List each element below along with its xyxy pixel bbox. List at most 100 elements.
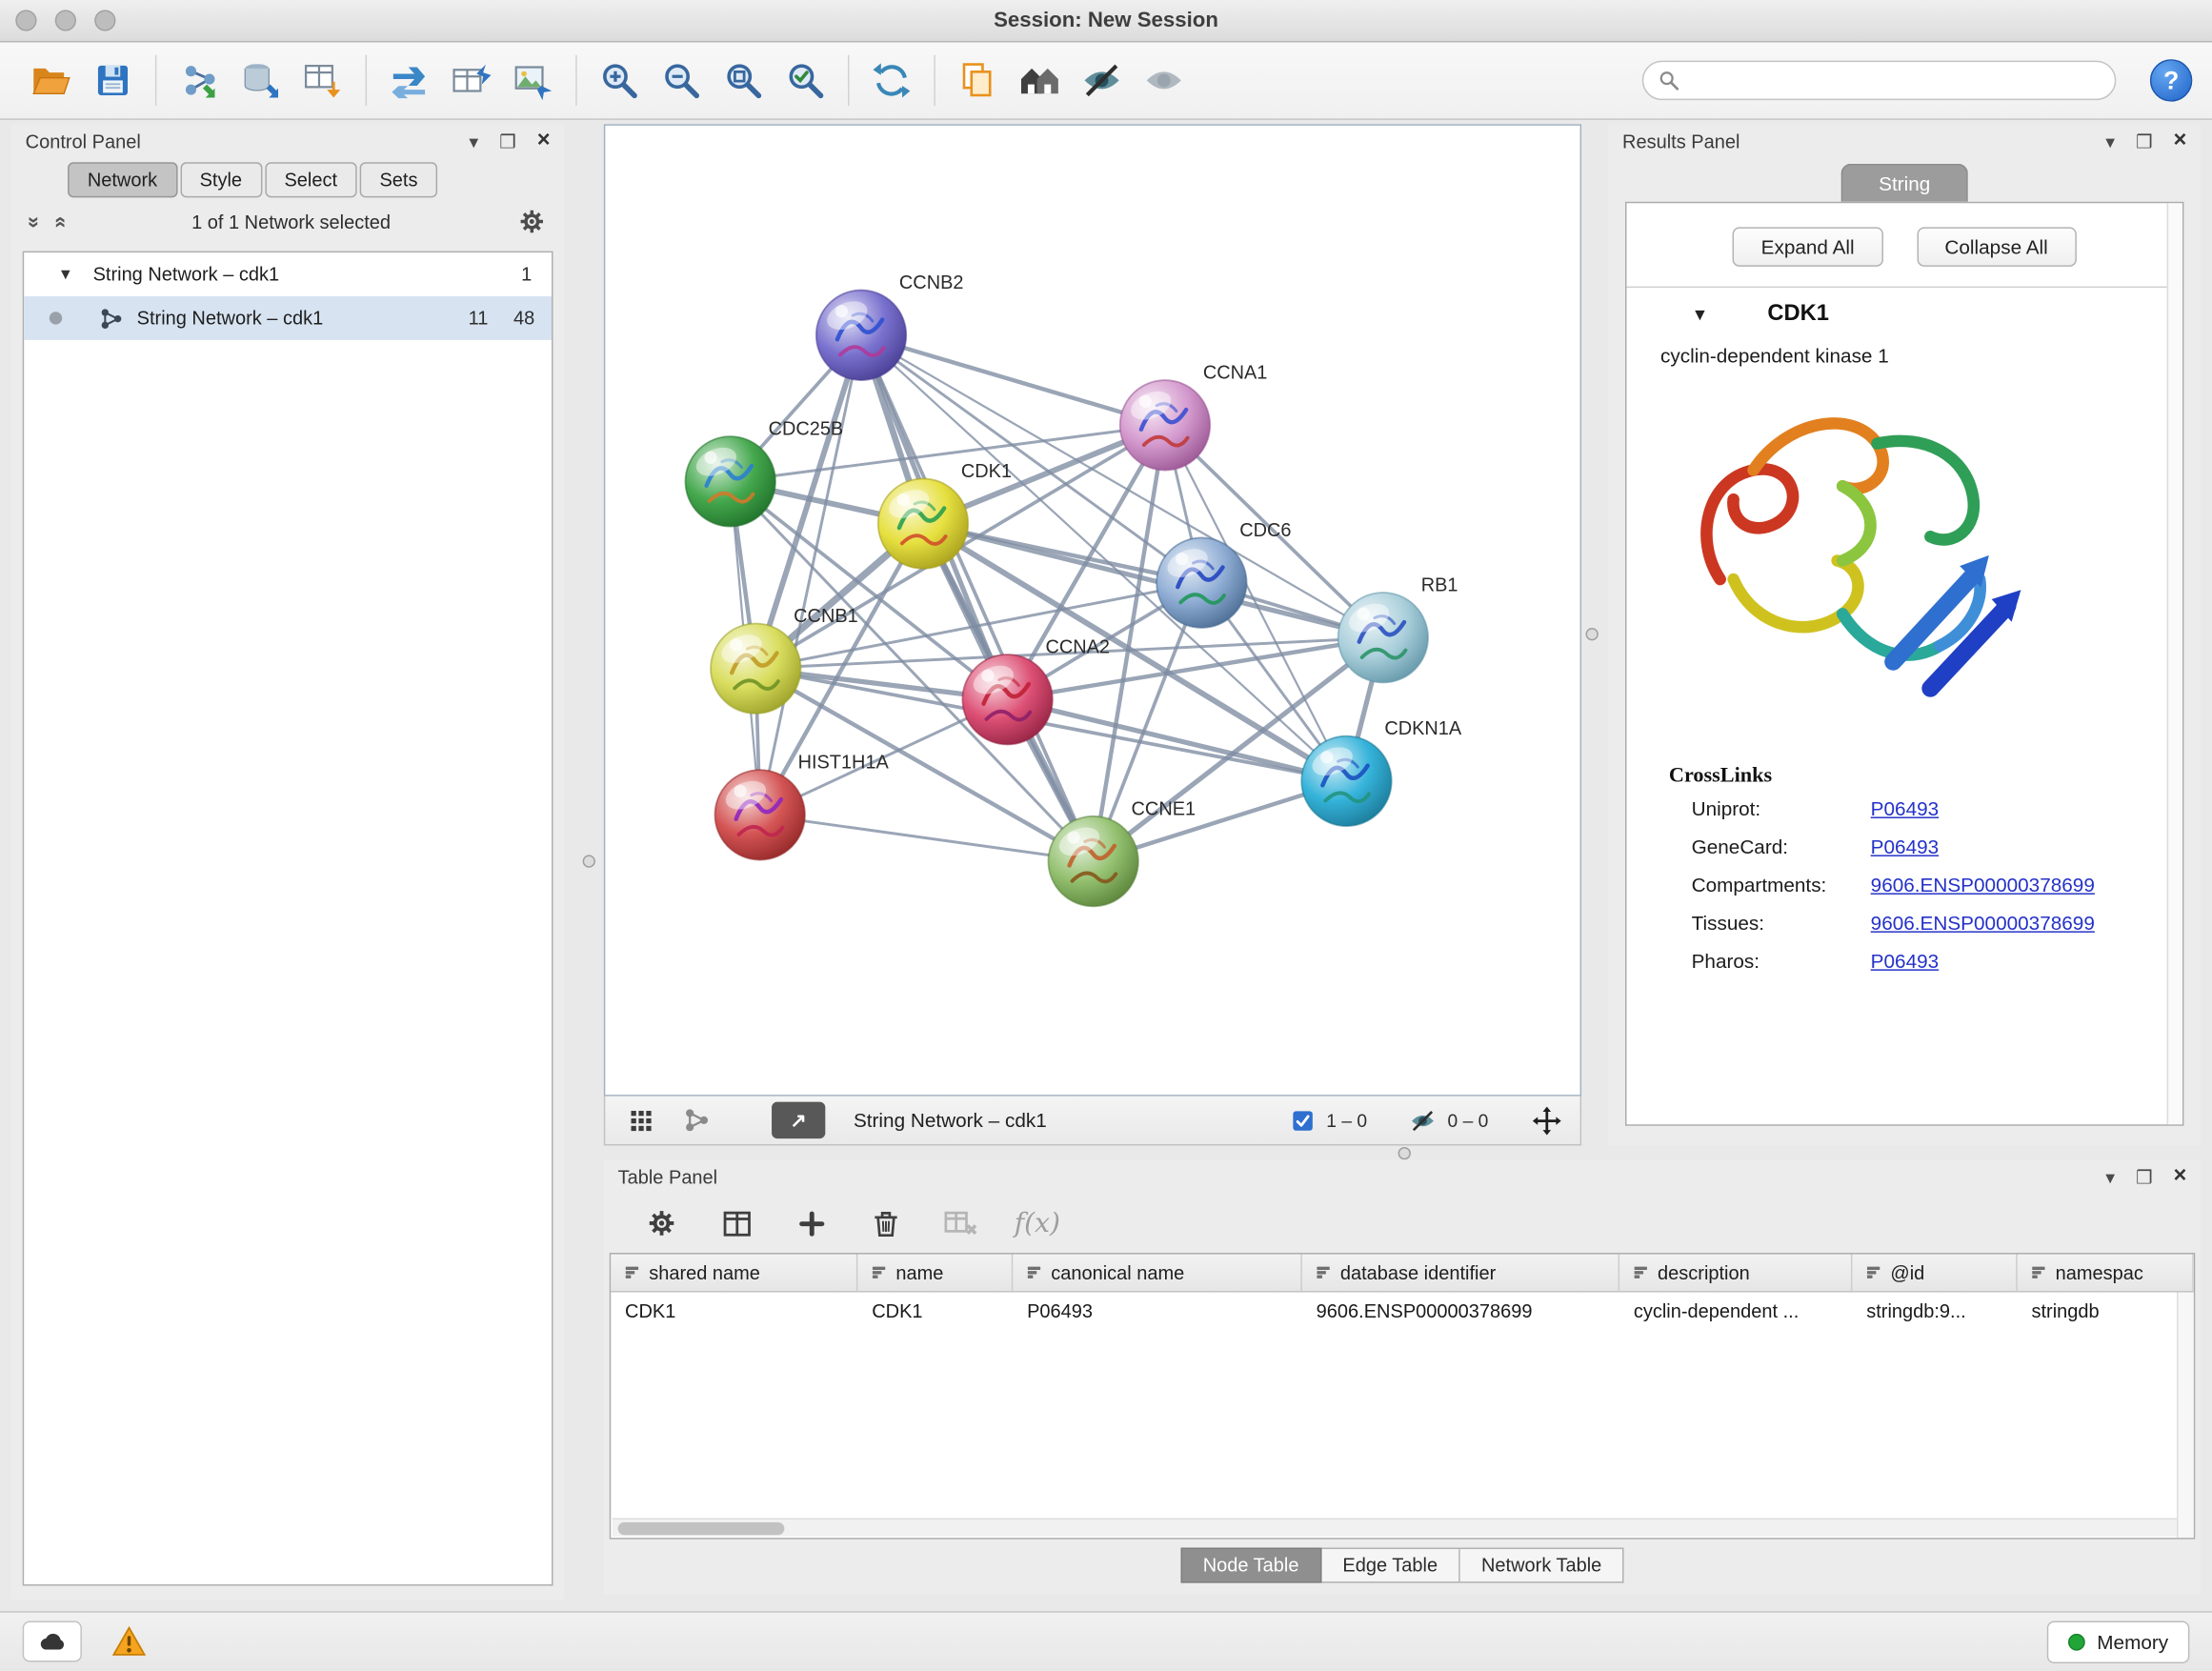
scrollbar-thumb[interactable] <box>618 1522 785 1535</box>
search-input[interactable] <box>1690 70 2101 91</box>
delete-column-button[interactable] <box>865 1202 907 1244</box>
save-session-button[interactable] <box>82 50 144 110</box>
crosslink-link[interactable]: P06493 <box>1871 797 1939 820</box>
crosslink-link[interactable]: 9606.ENSP00000378699 <box>1871 874 2095 896</box>
column-header[interactable]: name <box>857 1255 1013 1292</box>
crosslink-link[interactable]: 9606.ENSP00000378699 <box>1871 912 2095 935</box>
network-node[interactable]: HIST1H1A <box>714 753 889 860</box>
crosslink-link[interactable]: P06493 <box>1871 950 1939 973</box>
disclosure-triangle-icon[interactable]: ▼ <box>58 266 73 283</box>
protein-structure-image <box>1680 378 2182 745</box>
expand-all-networks-icon[interactable]: » <box>22 215 46 227</box>
vertical-scrollbar[interactable] <box>2177 1293 2194 1539</box>
home-button[interactable] <box>1009 50 1071 110</box>
disclosure-triangle-icon[interactable]: ▼ <box>1692 305 1709 325</box>
network-view-canvas[interactable]: CCNB2CCNA1CDC25BCDK1CDC6RB1CCNB1CCNA2CDK… <box>604 124 1581 1096</box>
network-node[interactable]: CCNA1 <box>1120 363 1268 471</box>
column-header[interactable]: shared name <box>611 1255 857 1292</box>
tab-sets[interactable]: Sets <box>360 162 437 197</box>
first-neighbors-button[interactable] <box>378 50 440 110</box>
export-image-button[interactable] <box>502 50 564 110</box>
horizontal-splitter-handle[interactable] <box>1398 1147 1411 1159</box>
collapse-all-networks-icon[interactable]: » <box>48 215 71 227</box>
table-options-button[interactable] <box>640 1202 682 1244</box>
table-row[interactable]: CDK1 CDK1 P06493 9606.ENSP00000378699 cy… <box>611 1293 2194 1331</box>
zoom-in-button[interactable] <box>589 50 651 110</box>
copy-document-button[interactable] <box>947 50 1009 110</box>
crosslink-link[interactable]: P06493 <box>1871 836 1939 858</box>
network-node[interactable]: CCNB1 <box>711 606 858 714</box>
memory-button[interactable]: Memory <box>2047 1621 2189 1662</box>
open-session-button[interactable] <box>20 50 82 110</box>
network-collection-row[interactable]: ▼ String Network – cdk1 1 <box>24 252 552 296</box>
panel-float-icon[interactable]: ❒ <box>2136 131 2152 150</box>
hide-selected-button[interactable] <box>1071 50 1133 110</box>
panel-float-icon[interactable]: ❒ <box>2136 1167 2152 1185</box>
tab-node-table[interactable]: Node Table <box>1180 1548 1321 1583</box>
collapse-all-button[interactable]: Collapse All <box>1917 227 2077 266</box>
table-cell[interactable]: CDK1 <box>611 1300 857 1321</box>
network-options-gear-icon[interactable] <box>516 206 548 237</box>
tab-select[interactable]: Select <box>265 162 357 197</box>
column-header[interactable]: database identifier <box>1302 1255 1619 1292</box>
birdseye-toggle-button[interactable]: ↗ <box>772 1102 825 1139</box>
panel-close-icon[interactable]: × <box>537 130 551 152</box>
panel-menu-icon[interactable]: ▾ <box>2105 1167 2115 1185</box>
network-edge[interactable] <box>760 335 861 815</box>
network-overview-button[interactable] <box>678 1103 715 1137</box>
zoom-selected-button[interactable] <box>774 50 836 110</box>
table-cell[interactable]: P06493 <box>1013 1300 1302 1321</box>
network-node[interactable]: CDK1 <box>878 461 1012 569</box>
panel-float-icon[interactable]: ❒ <box>499 131 515 150</box>
right-splitter-handle[interactable] <box>1586 628 1599 640</box>
grid-view-button[interactable] <box>622 1103 659 1137</box>
column-header[interactable]: description <box>1619 1255 1852 1292</box>
zoom-fit-button[interactable] <box>713 50 774 110</box>
show-columns-button[interactable] <box>715 1202 757 1244</box>
tab-network-table[interactable]: Network Table <box>1460 1548 1624 1583</box>
panel-menu-icon[interactable]: ▾ <box>469 131 478 150</box>
import-network-from-file-button[interactable] <box>168 50 230 110</box>
pan-crosshair-icon[interactable] <box>1531 1104 1563 1137</box>
tab-style[interactable]: Style <box>180 162 262 197</box>
network-edge[interactable] <box>923 524 1383 638</box>
network-edge[interactable] <box>760 815 1094 861</box>
warnings-button[interactable] <box>102 1621 155 1662</box>
zoom-out-button[interactable] <box>651 50 713 110</box>
network-node[interactable]: RB1 <box>1338 575 1458 683</box>
import-table-from-file-button[interactable] <box>292 50 354 110</box>
network-edge[interactable] <box>861 335 1165 426</box>
tab-network[interactable]: Network <box>68 162 177 197</box>
column-sort-icon <box>1865 1264 1882 1281</box>
apply-layout-button[interactable] <box>860 50 922 110</box>
column-header[interactable]: namespac <box>2018 1255 2194 1292</box>
column-header[interactable]: canonical name <box>1013 1255 1302 1292</box>
network-node[interactable]: CDKN1A <box>1301 718 1462 826</box>
network-node[interactable]: CCNB2 <box>816 272 964 380</box>
table-cell[interactable]: 9606.ENSP00000378699 <box>1302 1300 1619 1321</box>
network-edge[interactable] <box>861 335 1094 861</box>
cloud-button[interactable] <box>23 1621 82 1662</box>
import-network-from-database-button[interactable] <box>230 50 292 110</box>
column-header[interactable]: @id <box>1852 1255 2017 1292</box>
results-scrollbar[interactable] <box>2167 203 2182 1124</box>
tab-string[interactable]: String <box>1840 164 1968 202</box>
panel-menu-icon[interactable]: ▾ <box>2105 131 2115 150</box>
show-all-button[interactable] <box>1133 50 1195 110</box>
left-splitter-handle[interactable] <box>583 855 595 867</box>
expand-all-button[interactable]: Expand All <box>1733 227 1882 266</box>
network-graph[interactable]: CCNB2CCNA1CDC25BCDK1CDC6RB1CCNB1CCNA2CDK… <box>605 126 1579 1095</box>
table-cell[interactable]: stringdb:9... <box>1852 1300 2017 1321</box>
table-cell[interactable]: CDK1 <box>857 1300 1013 1321</box>
panel-close-icon[interactable]: × <box>2174 1165 2187 1188</box>
tab-edge-table[interactable]: Edge Table <box>1321 1548 1460 1583</box>
gene-entry-header[interactable]: ▼ CDK1 <box>1626 288 2182 341</box>
table-cell[interactable]: cyclin-dependent ... <box>1619 1300 1852 1321</box>
table-cell[interactable]: stringdb <box>2018 1300 2194 1321</box>
network-row[interactable]: String Network – cdk1 11 48 <box>24 296 552 340</box>
create-column-button[interactable] <box>790 1202 832 1244</box>
panel-close-icon[interactable]: × <box>2174 130 2187 152</box>
help-button[interactable]: ? <box>2150 59 2192 101</box>
horizontal-scrollbar[interactable] <box>613 1518 2177 1536</box>
export-table-button[interactable] <box>440 50 502 110</box>
